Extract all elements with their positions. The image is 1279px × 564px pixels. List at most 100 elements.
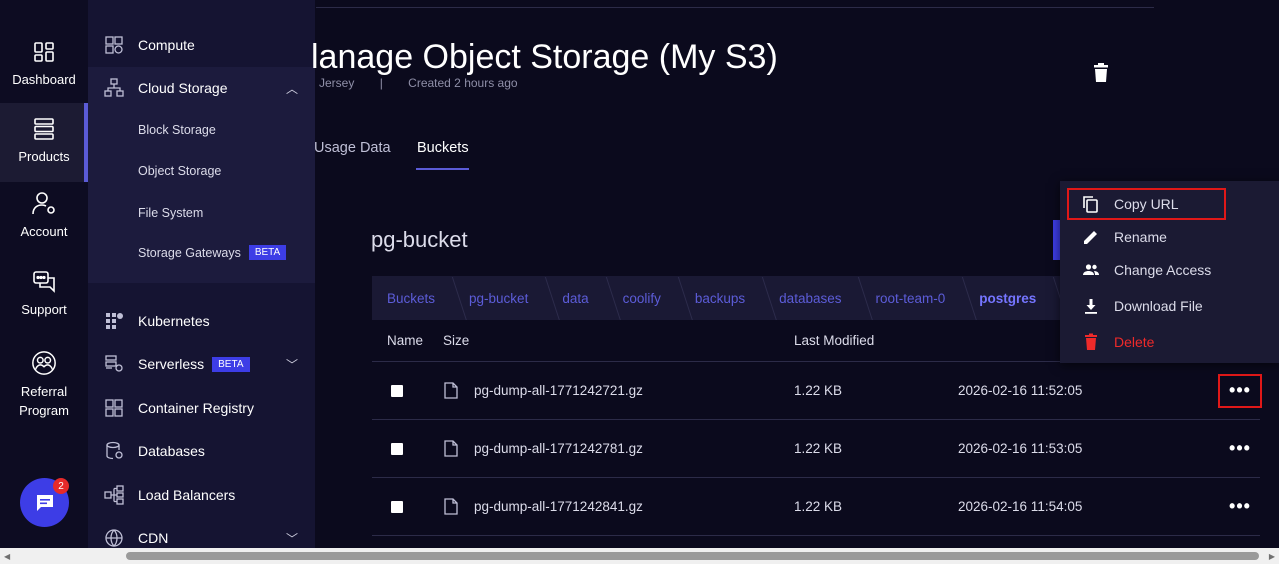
kubernetes-icon	[106, 313, 123, 329]
menu-rename-label: Rename	[1114, 229, 1167, 245]
serverless-icon	[105, 355, 123, 372]
breadcrumb-current: postgres	[964, 291, 1055, 306]
file-icon	[444, 382, 458, 399]
scrollbar-thumb[interactable]	[126, 552, 1259, 560]
horizontal-scrollbar[interactable]: ◀ ▶	[0, 548, 1279, 564]
chat-icon	[36, 494, 53, 511]
menu-download-file[interactable]: Download File	[1060, 289, 1279, 323]
dashboard-icon	[34, 42, 54, 62]
subnav-compute-label: Compute	[138, 37, 195, 53]
rail-item-support[interactable]: Support	[0, 268, 88, 324]
table-row[interactable]: pg-dump-all-1771242841.gz 1.22 KB 2026-0…	[372, 478, 1260, 536]
file-name[interactable]: pg-dump-all-1771242721.gz	[474, 383, 643, 398]
compute-icon	[105, 36, 123, 54]
subnav-cdn[interactable]: CDN ﹀	[104, 528, 304, 548]
row-actions-button[interactable]: •••	[1218, 373, 1262, 408]
file-name[interactable]: pg-dump-all-1771242841.gz	[474, 499, 643, 514]
file-icon	[444, 440, 458, 457]
account-icon	[32, 192, 55, 215]
subnav-load-balancers[interactable]: Load Balancers	[104, 485, 304, 505]
download-icon	[1085, 299, 1097, 314]
rail-item-account[interactable]: Account	[0, 190, 88, 246]
rail-label-referral: Referral Program	[19, 384, 69, 418]
subnav-storage-gateways[interactable]: Storage Gateways BETA	[138, 245, 287, 260]
rail-item-products[interactable]: Products	[0, 103, 88, 182]
breadcrumb: Buckets pg-bucket data coolify backups d…	[372, 276, 1072, 320]
chevron-down-icon: ﹀	[285, 357, 298, 372]
scroll-left-icon[interactable]: ◀	[4, 552, 10, 561]
breadcrumb-item[interactable]: pg-bucket	[454, 291, 547, 306]
menu-download-file-label: Download File	[1114, 298, 1203, 314]
row-actions-button[interactable]: •••	[1220, 492, 1260, 522]
subnav-container-registry-label: Container Registry	[138, 400, 254, 416]
support-icon	[33, 271, 55, 293]
breadcrumb-item[interactable]: databases	[764, 291, 860, 306]
menu-change-access-label: Change Access	[1114, 262, 1212, 278]
breadcrumb-item[interactable]: coolify	[608, 291, 680, 306]
row-checkbox[interactable]	[391, 442, 403, 455]
scroll-right-icon[interactable]: ▶	[1269, 552, 1275, 561]
breadcrumb-item[interactable]: Buckets	[372, 291, 454, 306]
breadcrumb-item[interactable]: root-team-0	[860, 291, 964, 306]
table-row[interactable]: pg-dump-all-1771242781.gz 1.22 KB 2026-0…	[372, 420, 1260, 478]
menu-change-access[interactable]: Change Access	[1060, 253, 1279, 287]
column-header-last-modified[interactable]: Last Modified	[794, 333, 874, 348]
file-icon	[444, 498, 458, 515]
cdn-icon	[105, 529, 123, 547]
subnav-block-storage[interactable]: Block Storage	[138, 123, 216, 137]
products-subnav: Compute Cloud Storage ︿ Block Storage Ob…	[88, 0, 315, 548]
subnav-serverless-label: Serverless	[138, 356, 205, 372]
row-checkbox[interactable]	[391, 384, 403, 397]
rail-item-dashboard[interactable]: Dashboard	[0, 38, 88, 100]
subnav-object-storage-label: Object Storage	[138, 164, 222, 178]
subnav-compute[interactable]: Compute	[104, 35, 304, 55]
subnav-serverless[interactable]: Serverless BETA ﹀	[104, 354, 304, 374]
container-registry-icon	[105, 399, 123, 417]
tab-buckets[interactable]: Buckets	[417, 140, 469, 156]
subnav-kubernetes[interactable]: Kubernetes	[104, 311, 304, 331]
page-title: lanage Object Storage (My S3)	[311, 38, 778, 76]
chevron-down-icon: ﹀	[285, 531, 298, 546]
load-balancers-icon	[104, 485, 124, 505]
cloud-storage-icon	[104, 78, 124, 97]
menu-delete[interactable]: Delete	[1060, 325, 1279, 359]
subnav-databases[interactable]: Databases	[104, 441, 304, 461]
breadcrumb-item[interactable]: backups	[680, 291, 764, 306]
column-header-name[interactable]: Name	[387, 333, 423, 348]
copy-url-highlight	[1067, 188, 1226, 220]
subnav-file-system[interactable]: File System	[138, 206, 203, 220]
app-root: Dashboard Products Account Support Refer…	[0, 0, 1279, 564]
menu-rename[interactable]: Rename	[1060, 220, 1279, 254]
trash-icon	[1085, 333, 1097, 350]
bucket-title: pg-bucket	[371, 227, 468, 252]
logo-icon[interactable]	[36, 0, 52, 6]
breadcrumb-item[interactable]: data	[547, 291, 607, 306]
delete-storage-icon[interactable]	[1092, 63, 1110, 83]
products-icon	[34, 118, 54, 140]
subnav-cdn-label: CDN	[138, 530, 169, 546]
file-name[interactable]: pg-dump-all-1771242781.gz	[474, 441, 643, 456]
meta-separator: |	[379, 76, 383, 90]
tab-active-indicator	[416, 168, 469, 170]
subnav-container-registry[interactable]: Container Registry	[104, 398, 304, 418]
row-checkbox[interactable]	[391, 500, 403, 513]
subnav-file-system-label: File System	[138, 206, 204, 220]
file-modified: 2026-02-16 11:54:05	[958, 499, 1083, 514]
tab-usage-data[interactable]: Usage Data	[314, 140, 391, 156]
subnav-block-storage-label: Block Storage	[138, 123, 216, 137]
row-actions-button[interactable]: •••	[1220, 434, 1260, 464]
file-size: 1.22 KB	[794, 383, 843, 398]
beta-badge: BETA	[248, 245, 287, 260]
chevron-up-icon: ︿	[285, 81, 298, 96]
subnav-cloud-storage[interactable]: Cloud Storage ︿	[104, 78, 304, 98]
beta-badge: BETA	[212, 356, 250, 372]
table-row[interactable]: pg-dump-all-1771242721.gz 1.22 KB 2026-0…	[372, 362, 1262, 420]
rail-label-support: Support	[21, 302, 67, 317]
rail-label-products: Products	[18, 149, 70, 164]
subnav-object-storage[interactable]: Object Storage	[138, 164, 221, 178]
rail-item-referral[interactable]: Referral Program	[0, 350, 88, 420]
file-size: 1.22 KB	[794, 499, 843, 514]
location-text: Jersey	[319, 76, 355, 90]
column-header-size[interactable]: Size	[443, 333, 469, 348]
header-divider	[316, 7, 1154, 8]
